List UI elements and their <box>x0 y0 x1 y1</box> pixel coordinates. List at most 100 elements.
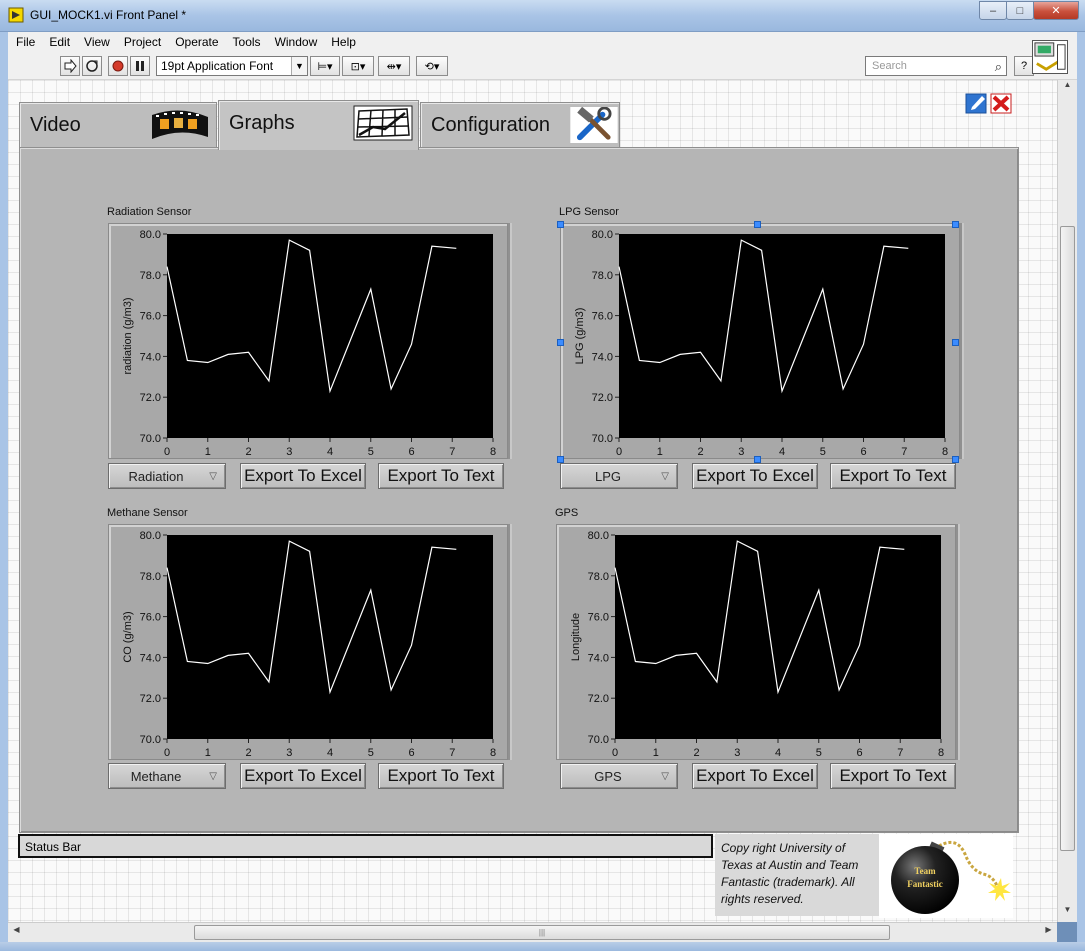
y-axis-label: LPG (g/m3) <box>574 308 586 365</box>
menu-operate[interactable]: Operate <box>167 35 224 49</box>
vertical-scrollbar[interactable]: ▲ ▼ <box>1057 80 1077 922</box>
export-text-button[interactable]: Export To Text <box>378 463 504 489</box>
run-continuously-icon[interactable] <box>82 56 102 76</box>
lpg-graph[interactable]: LPG (g/m3) 70.0 72.0 74.0 76.0 78.0 80.0 0 1 2 3 4 5… <box>560 223 960 459</box>
sensor-dropdown[interactable]: GPS ▽ <box>560 763 678 789</box>
x-tick-label: 3 <box>286 446 292 458</box>
x-tick-label: 7 <box>449 446 455 458</box>
y-tick-label: 80.0 <box>592 229 613 241</box>
team-fantastic-bomb-logo: Team Fantastic <box>879 834 1013 918</box>
graph-plot: Longitude 70.0 72.0 74.0 76.0 78.0 80.0 0 1 2 3 4 5 6… <box>570 530 944 759</box>
selection-handle[interactable] <box>754 456 761 463</box>
menu-tools[interactable]: Tools <box>225 35 267 49</box>
x-tick-label: 8 <box>490 446 496 458</box>
vi-connector-icon[interactable] <box>1032 40 1068 74</box>
search-input[interactable]: Search ⌕ <box>865 56 1007 76</box>
tab-configuration[interactable]: Configuration <box>420 102 620 148</box>
edit-icon[interactable] <box>965 93 987 114</box>
gps-graph[interactable]: Longitude 70.0 72.0 74.0 76.0 78.0 80.0 0 1 2 3 4 5 6… <box>556 524 956 760</box>
horizontal-scrollbar[interactable]: ◀ ||| ▶ <box>8 922 1057 942</box>
close-button[interactable]: ✕ <box>1033 1 1079 20</box>
x-tick-label: 6 <box>408 747 414 759</box>
window-controls: – □ ✕ <box>979 1 1079 21</box>
y-tick-label: 80.0 <box>140 530 161 542</box>
selection-handle[interactable] <box>952 339 959 346</box>
scroll-right-icon[interactable]: ▶ <box>1040 925 1057 941</box>
x-tick-label: 3 <box>734 747 740 759</box>
x-tick-label: 0 <box>164 446 170 458</box>
radiation-graph[interactable]: radiation (g/m3) 70.0 72.0 74.0 76.0 78.0 80.0… <box>108 223 508 459</box>
distribute-objects-icon[interactable]: ⊡▾ <box>342 56 374 76</box>
y-tick-label: 78.0 <box>588 571 609 583</box>
menu-window[interactable]: Window <box>267 35 324 49</box>
x-tick-label: 1 <box>205 446 211 458</box>
sensor-dropdown[interactable]: Methane ▽ <box>108 763 226 789</box>
chevron-down-icon: ▽ <box>661 471 669 482</box>
y-tick-label: 70.0 <box>588 734 609 746</box>
methane-graph[interactable]: CO (g/m3) 70.0 72.0 74.0 76.0 78.0 80.0 0 1 2 3 4 5 6… <box>108 524 508 760</box>
graph-plot: CO (g/m3) 70.0 72.0 74.0 76.0 78.0 80.0 0 1 2 3 4 5 6… <box>122 530 496 759</box>
selection-handle[interactable] <box>557 456 564 463</box>
export-excel-button[interactable]: Export To Excel <box>692 763 818 789</box>
x-tick-label: 5 <box>368 446 374 458</box>
vertical-scroll-thumb[interactable] <box>1060 226 1075 851</box>
x-tick-label: 6 <box>408 446 414 458</box>
selection-handle[interactable] <box>952 221 959 228</box>
x-tick-label: 0 <box>164 747 170 759</box>
x-tick-label: 2 <box>245 446 251 458</box>
selection-handle[interactable] <box>557 221 564 228</box>
sensor-dropdown[interactable]: Radiation ▽ <box>108 463 226 489</box>
scroll-up-icon[interactable]: ▲ <box>1058 80 1077 97</box>
scroll-left-icon[interactable]: ◀ <box>8 925 25 941</box>
export-excel-button[interactable]: Export To Excel <box>240 763 366 789</box>
font-select[interactable]: 19pt Application Font ▼ <box>156 56 308 76</box>
x-tick-label: 8 <box>490 747 496 759</box>
scroll-down-icon[interactable]: ▼ <box>1058 905 1077 922</box>
x-tick-label: 4 <box>775 747 781 759</box>
minimize-button[interactable]: – <box>979 1 1007 20</box>
y-tick-label: 76.0 <box>588 612 609 624</box>
tab-graphs[interactable]: Graphs <box>218 100 419 150</box>
selection-handle[interactable] <box>952 456 959 463</box>
export-text-button[interactable]: Export To Text <box>378 763 504 789</box>
align-objects-icon[interactable]: ⊨▾ <box>310 56 340 76</box>
search-placeholder: Search <box>872 60 907 72</box>
x-tick-label: 5 <box>816 747 822 759</box>
selection-handle[interactable] <box>754 221 761 228</box>
panel-window-icons <box>965 93 1012 114</box>
x-tick-label: 3 <box>286 747 292 759</box>
abort-icon[interactable] <box>108 56 128 76</box>
title-bar[interactable]: GUI_MOCK1.vi Front Panel * – □ ✕ <box>0 0 1085 32</box>
export-excel-button[interactable]: Export To Excel <box>692 463 818 489</box>
maximize-button[interactable]: □ <box>1006 1 1034 20</box>
y-axis-label: Longitude <box>570 613 582 661</box>
chevron-down-icon: ▽ <box>661 771 669 782</box>
help-button[interactable]: ? <box>1014 56 1034 76</box>
menu-project[interactable]: Project <box>116 35 167 49</box>
tab-video[interactable]: Video <box>19 102 217 148</box>
menu-help[interactable]: Help <box>323 35 362 49</box>
export-text-button[interactable]: Export To Text <box>830 763 956 789</box>
selection-handle[interactable] <box>557 339 564 346</box>
graph-title: GPS <box>555 507 579 519</box>
resize-objects-icon[interactable]: ⇹▾ <box>378 56 410 76</box>
x-tick-label: 2 <box>697 446 703 458</box>
dropdown-value: LPG <box>594 469 621 484</box>
horizontal-scroll-thumb[interactable]: ||| <box>194 925 890 940</box>
labview-icon <box>8 7 24 23</box>
menu-file[interactable]: File <box>8 35 41 49</box>
export-text-button[interactable]: Export To Text <box>830 463 956 489</box>
run-arrow-icon[interactable] <box>60 56 80 76</box>
reorder-icon[interactable]: ⟲▾ <box>416 56 448 76</box>
menu-edit[interactable]: Edit <box>41 35 76 49</box>
window-title: GUI_MOCK1.vi Front Panel * <box>30 8 187 22</box>
window-frame-bottom <box>0 942 1085 951</box>
y-tick-label: 70.0 <box>140 433 161 445</box>
y-tick-label: 80.0 <box>588 530 609 542</box>
close-icon[interactable] <box>990 93 1012 114</box>
graph-icon <box>353 105 413 141</box>
sensor-dropdown[interactable]: LPG ▽ <box>560 463 678 489</box>
menu-view[interactable]: View <box>76 35 116 49</box>
export-excel-button[interactable]: Export To Excel <box>240 463 366 489</box>
pause-icon[interactable] <box>130 56 150 76</box>
